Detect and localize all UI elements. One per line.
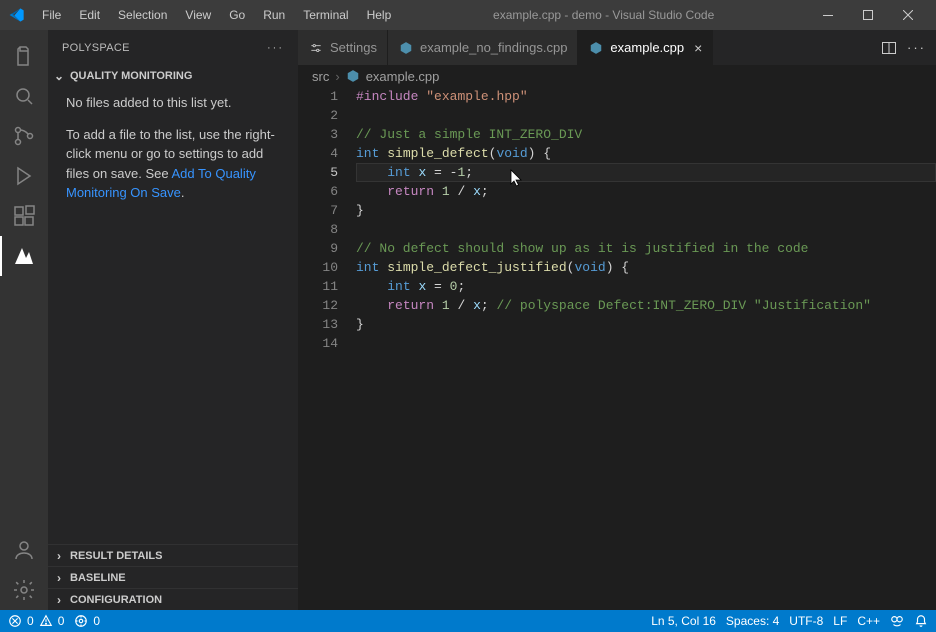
status-error-count: 0 (27, 614, 34, 628)
activity-search[interactable] (0, 76, 48, 116)
cpp-file-icon (398, 40, 414, 56)
vscode-icon (8, 6, 26, 24)
menu-bar: File Edit Selection View Go Run Terminal… (34, 4, 399, 26)
status-problems[interactable]: 0 0 (8, 614, 64, 628)
menu-run[interactable]: Run (255, 4, 293, 26)
settings-icon (308, 40, 324, 56)
activity-explorer[interactable] (0, 36, 48, 76)
status-warning-count: 0 (58, 614, 65, 628)
line-number-gutter: 1234567891011121314 (298, 87, 356, 610)
status-language[interactable]: C++ (857, 614, 880, 628)
editor-area: Settings example_no_findings.cpp example… (298, 30, 936, 610)
tab-close-icon[interactable]: × (690, 40, 702, 56)
menu-selection[interactable]: Selection (110, 4, 175, 26)
activity-scm[interactable] (0, 116, 48, 156)
status-cursor-position[interactable]: Ln 5, Col 16 (651, 614, 716, 628)
breadcrumbs[interactable]: src › example.cpp (298, 65, 936, 87)
status-eol[interactable]: LF (833, 614, 847, 628)
sidebar-section-label: BASELINE (70, 572, 126, 584)
menu-terminal[interactable]: Terminal (295, 4, 356, 26)
window-title: example.cpp - demo - Visual Studio Code (399, 8, 808, 22)
activity-extensions[interactable] (0, 196, 48, 236)
sidebar-section-label: QUALITY MONITORING (70, 70, 192, 82)
editor-more-icon[interactable]: ··· (907, 40, 926, 55)
sidebar-section-configuration[interactable]: › CONFIGURATION (48, 588, 298, 610)
code-text[interactable]: #include "example.hpp"// Just a simple I… (356, 87, 936, 610)
chevron-right-icon: › (52, 571, 66, 585)
tab-label: Settings (330, 40, 377, 55)
sidebar-section-quality[interactable]: ⌄ QUALITY MONITORING (48, 65, 298, 87)
tab-settings[interactable]: Settings (298, 30, 388, 65)
code-area[interactable]: 1234567891011121314 #include "example.hp… (298, 87, 936, 610)
sidebar-empty-text: No files added to this list yet. (66, 93, 286, 113)
tab-label: example_no_findings.cpp (420, 40, 567, 55)
status-ports-count: 0 (93, 614, 100, 628)
sidebar-section-baseline[interactable]: › BASELINE (48, 566, 298, 588)
breadcrumb-segment[interactable]: src (312, 69, 329, 84)
sidebar-panel-title: POLYSPACE (62, 42, 130, 54)
activity-polyspace[interactable] (0, 236, 48, 276)
sidebar-section-result-details[interactable]: › RESULT DETAILS (48, 544, 298, 566)
chevron-right-icon: › (335, 69, 339, 84)
status-bar: 0 0 0 Ln 5, Col 16 Spaces: 4 UTF-8 LF C+… (0, 610, 936, 632)
activity-bar (0, 30, 48, 610)
cpp-file-icon (346, 69, 360, 83)
window-maximize-button[interactable] (848, 0, 888, 30)
window-close-button[interactable] (888, 0, 928, 30)
title-bar: File Edit Selection View Go Run Terminal… (0, 0, 936, 30)
chevron-right-icon: › (52, 593, 66, 607)
window-minimize-button[interactable] (808, 0, 848, 30)
status-ports[interactable]: 0 (74, 614, 100, 628)
menu-edit[interactable]: Edit (71, 4, 108, 26)
activity-settings[interactable] (0, 570, 48, 610)
tab-example-no-findings[interactable]: example_no_findings.cpp (388, 30, 578, 65)
tab-label: example.cpp (610, 40, 684, 55)
chevron-down-icon: ⌄ (52, 69, 66, 83)
status-feedback-icon[interactable] (890, 614, 904, 628)
split-editor-icon[interactable] (881, 40, 897, 56)
status-indentation[interactable]: Spaces: 4 (726, 614, 779, 628)
sidebar: POLYSPACE ··· ⌄ QUALITY MONITORING No fi… (48, 30, 298, 610)
menu-help[interactable]: Help (359, 4, 400, 26)
sidebar-section-label: CONFIGURATION (70, 594, 162, 606)
menu-go[interactable]: Go (221, 4, 253, 26)
menu-view[interactable]: View (177, 4, 219, 26)
tab-bar: Settings example_no_findings.cpp example… (298, 30, 936, 65)
sidebar-hint-text: To add a file to the list, use the right… (66, 125, 286, 203)
menu-file[interactable]: File (34, 4, 69, 26)
status-notifications-icon[interactable] (914, 614, 928, 628)
tab-example-cpp[interactable]: example.cpp × (578, 30, 713, 65)
activity-accounts[interactable] (0, 530, 48, 570)
sidebar-section-label: RESULT DETAILS (70, 550, 162, 562)
sidebar-body: No files added to this list yet. To add … (48, 87, 298, 221)
cpp-file-icon (588, 40, 604, 56)
sidebar-more-icon[interactable]: ··· (267, 42, 284, 54)
activity-run-debug[interactable] (0, 156, 48, 196)
status-encoding[interactable]: UTF-8 (789, 614, 823, 628)
breadcrumb-segment[interactable]: example.cpp (366, 69, 440, 84)
chevron-right-icon: › (52, 549, 66, 563)
